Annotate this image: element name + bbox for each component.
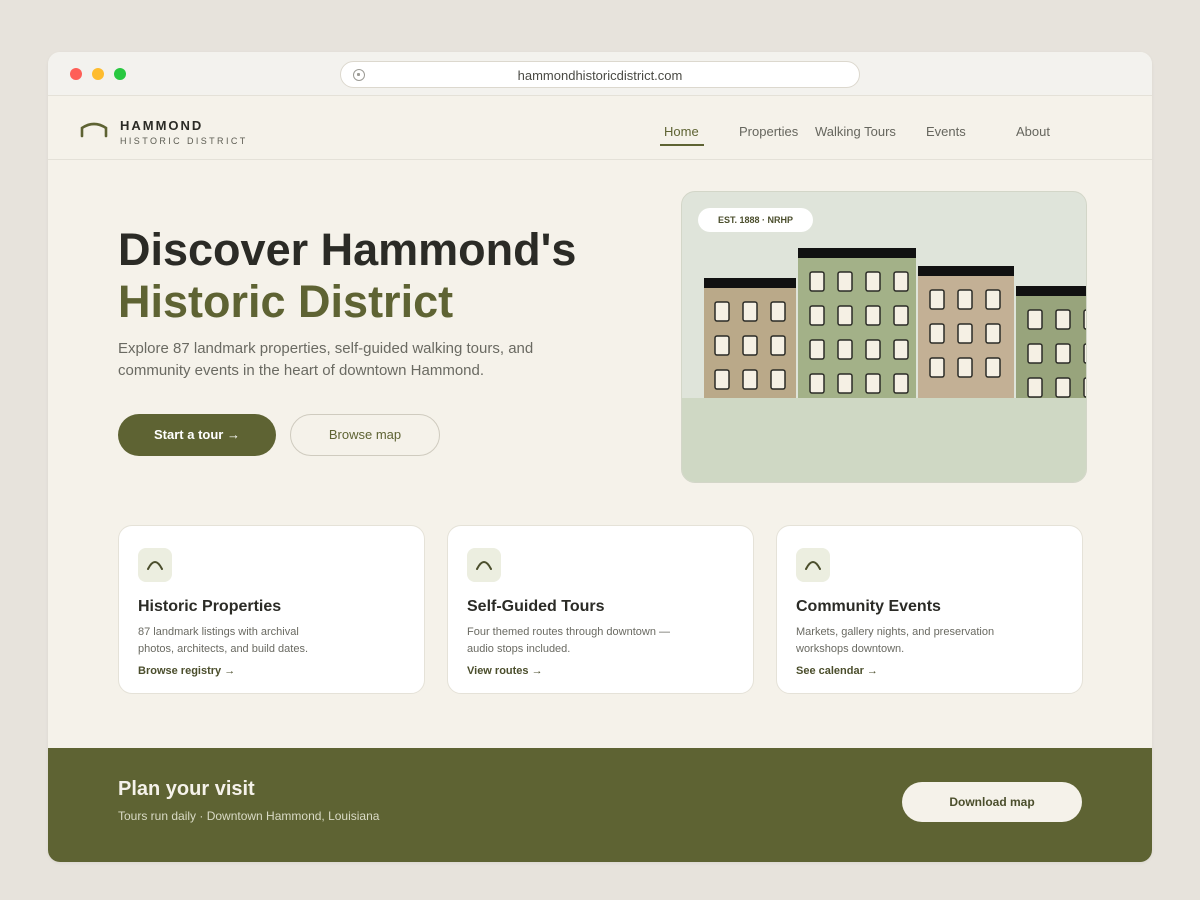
view-routes-link[interactable]: View routes →: [467, 665, 547, 677]
nav-home[interactable]: Home: [664, 124, 699, 139]
nav-active-indicator: [660, 144, 704, 146]
buildings-illustration: [682, 248, 1086, 482]
site-header: HAMMOND HISTORIC DISTRICT Home Propertie…: [48, 96, 1152, 160]
download-map-button[interactable]: Download map: [902, 782, 1082, 822]
card-description: Four themed routes through downtown — au…: [467, 626, 671, 655]
start-tour-button[interactable]: Start a tour →: [118, 414, 276, 456]
card-self-guided-tours[interactable]: Self-Guided Tours Four themed routes thr…: [447, 525, 754, 694]
card-title: Self-Guided Tours: [467, 598, 605, 615]
banner-subtitle: Tours run daily · Downtown Hammond, Loui…: [118, 809, 380, 823]
nav-properties[interactable]: Properties: [739, 124, 798, 139]
nav-walking-tours[interactable]: Walking Tours: [815, 124, 896, 139]
browser-chrome: hammondhistoricdistrict.com: [48, 52, 1152, 96]
address-bar[interactable]: hammondhistoricdistrict.com: [340, 61, 860, 88]
browse-map-button[interactable]: Browse map: [290, 414, 440, 456]
hero-title: Discover Hammond's: [118, 224, 577, 275]
brand-subtitle: HISTORIC DISTRICT: [120, 136, 248, 146]
maximize-window-button[interactable]: [114, 68, 126, 80]
banner-title: Plan your visit: [118, 778, 255, 800]
arch-icon[interactable]: [80, 122, 108, 138]
browse-registry-link[interactable]: Browse registry →: [138, 665, 240, 677]
card-historic-properties[interactable]: Historic Properties 87 landmark listings…: [118, 525, 425, 694]
card-description: 87 landmark listings with archival photo…: [138, 626, 308, 655]
arch-icon: [147, 561, 163, 570]
card-community-events[interactable]: Community Events Markets, gallery nights…: [776, 525, 1083, 694]
minimize-window-button[interactable]: [92, 68, 104, 80]
arch-icon: [476, 561, 492, 570]
brand-name[interactable]: HAMMOND: [120, 118, 203, 133]
browser-window: hammondhistoricdistrict.com HAMMOND HIST…: [48, 52, 1152, 862]
card-title: Community Events: [796, 598, 941, 615]
see-calendar-link[interactable]: See calendar →: [796, 665, 882, 677]
hero-description: Explore 87 landmark properties, self-gui…: [118, 340, 534, 379]
url-text[interactable]: hammondhistoricdistrict.com: [341, 68, 859, 83]
close-window-button[interactable]: [70, 68, 82, 80]
plan-visit-banner: Plan your visit Tours run daily · Downto…: [48, 748, 1152, 862]
hero-title-accent: Historic District: [118, 276, 454, 327]
card-icon-container: [796, 548, 830, 582]
hero-illustration: EST. 1888 · NRHP: [681, 191, 1087, 483]
card-title: Historic Properties: [138, 598, 282, 615]
card-description: Markets, gallery nights, and preservatio…: [796, 626, 995, 655]
nav-events[interactable]: Events: [926, 124, 966, 139]
established-badge: EST. 1888 · NRHP: [698, 208, 814, 232]
nav-about[interactable]: About: [1016, 124, 1050, 139]
card-icon-container: [138, 548, 172, 582]
arch-icon: [805, 561, 821, 570]
card-icon-container: [467, 548, 501, 582]
